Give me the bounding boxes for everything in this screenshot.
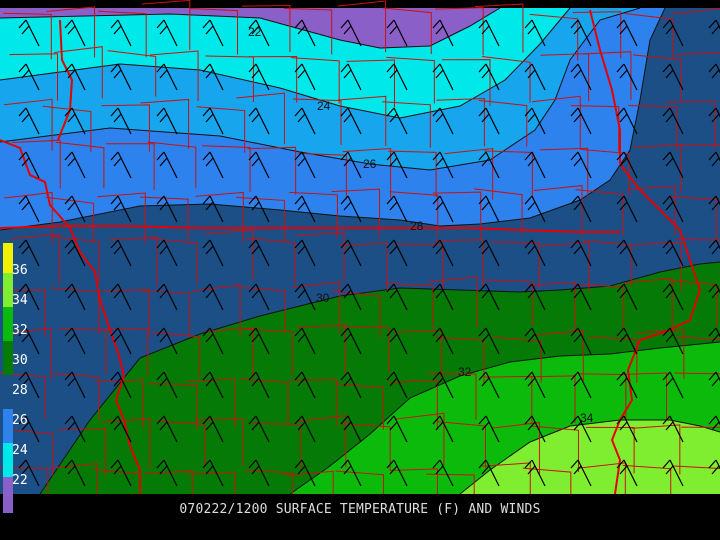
contour-label-24: 24: [317, 99, 331, 113]
legend-label-34: 34: [12, 293, 28, 308]
contour-label-32: 32: [458, 365, 472, 379]
legend-label-32: 32: [12, 323, 28, 338]
contour-label-34: 34: [580, 411, 594, 425]
legend-label-22: 22: [12, 473, 28, 488]
contour-label-22: 22: [248, 25, 262, 39]
legend-label-24: 24: [12, 443, 28, 458]
legend-label-30: 30: [12, 353, 28, 368]
contour-label-30: 30: [316, 291, 330, 305]
legend-label-26: 26: [12, 413, 28, 428]
contour-label-28: 28: [410, 219, 424, 233]
legend-label-28: 28: [12, 383, 28, 398]
map-caption: 070222/1200 SURFACE TEMPERATURE (F) AND …: [179, 502, 541, 517]
temperature-legend: 36 34 32 30 28 26 24 22: [0, 240, 40, 516]
legend-label-36: 36: [12, 263, 28, 278]
temperature-map: 22 24 26 28 30 32 34: [0, 0, 720, 494]
contour-label-26: 26: [363, 157, 377, 171]
